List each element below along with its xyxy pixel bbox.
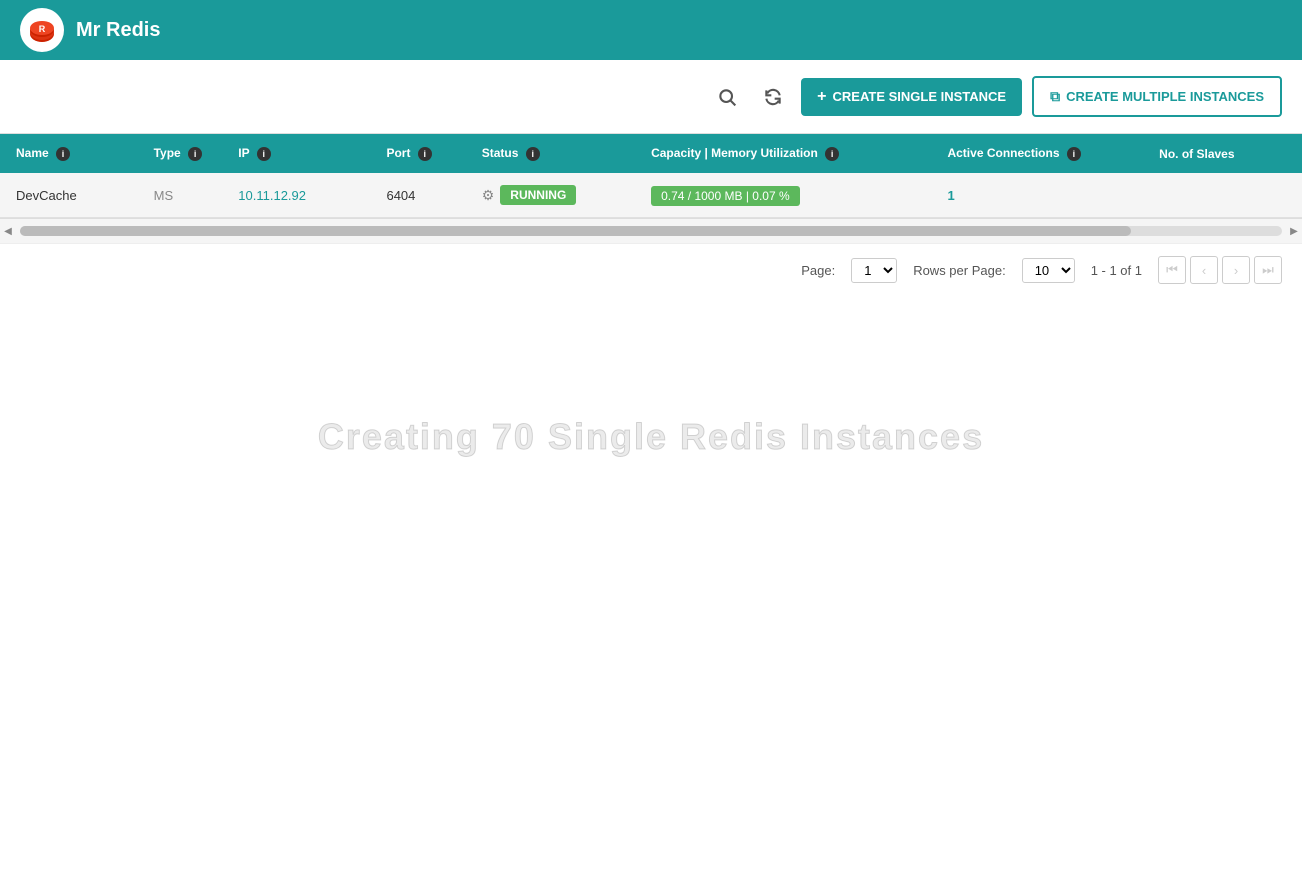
copy-icon: ⧉: [1050, 88, 1060, 105]
cell-type: MS: [138, 173, 223, 218]
toolbar: + CREATE SINGLE INSTANCE ⧉ CREATE MULTIP…: [0, 60, 1302, 133]
create-single-instance-button[interactable]: + CREATE SINGLE INSTANCE: [801, 78, 1022, 116]
cell-port: 6404: [370, 173, 465, 218]
status-info-icon[interactable]: i: [526, 147, 540, 161]
col-header-name: Name i: [0, 134, 138, 173]
cell-connections: 1: [931, 173, 1143, 218]
scrollbar-thumb: [20, 226, 1131, 236]
create-multiple-instances-button[interactable]: ⧉ CREATE MULTIPLE INSTANCES: [1032, 76, 1282, 117]
page-select[interactable]: 1: [851, 258, 897, 283]
page-label: Page:: [801, 263, 835, 278]
instances-table-container: Name i Type i IP i Port i Status i: [0, 133, 1302, 243]
refresh-icon: [763, 87, 783, 107]
first-page-button[interactable]: ⏮: [1158, 256, 1186, 284]
pagination-navigation: ⏮ ‹ › ⏭: [1158, 256, 1282, 284]
cell-slaves: [1143, 173, 1302, 218]
type-info-icon[interactable]: i: [188, 147, 202, 161]
last-page-button[interactable]: ⏭: [1254, 256, 1282, 284]
name-info-icon[interactable]: i: [56, 147, 70, 161]
watermark-text: Creating 70 Single Redis Instances: [0, 416, 1302, 458]
col-header-capacity: Capacity | Memory Utilization i: [635, 134, 931, 173]
ip-info-icon[interactable]: i: [257, 147, 271, 161]
search-icon: [717, 87, 737, 107]
table-header-row: Name i Type i IP i Port i Status i: [0, 134, 1302, 173]
port-info-icon[interactable]: i: [418, 147, 432, 161]
app-logo: R: [20, 8, 64, 52]
logo-icon: R: [26, 14, 58, 46]
app-header: R Mr Redis: [0, 0, 1302, 60]
prev-page-button[interactable]: ‹: [1190, 256, 1218, 284]
next-page-button[interactable]: ›: [1222, 256, 1250, 284]
horizontal-scrollbar[interactable]: ◀ ▶: [0, 218, 1302, 243]
capacity-badge: 0.74 / 1000 MB | 0.07 %: [651, 186, 800, 206]
cell-status: ⚙ RUNNING: [466, 173, 635, 218]
table-row[interactable]: DevCacheMS10.11.12.926404 ⚙ RUNNING 0.74 / …: [0, 173, 1302, 218]
scrollbar-track[interactable]: [20, 226, 1282, 236]
refresh-button[interactable]: [755, 83, 791, 111]
plus-icon: +: [817, 88, 826, 106]
search-button[interactable]: [709, 83, 745, 111]
rows-per-page-label: Rows per Page:: [913, 263, 1006, 278]
pagination-range: 1 - 1 of 1: [1091, 263, 1142, 278]
gear-icon: ⚙: [482, 187, 495, 204]
status-badge: RUNNING: [500, 185, 576, 205]
col-header-status: Status i: [466, 134, 635, 173]
col-header-connections: Active Connections i: [931, 134, 1143, 173]
connections-info-icon[interactable]: i: [1067, 147, 1081, 161]
cell-ip: 10.11.12.92: [222, 173, 370, 218]
instances-table: Name i Type i IP i Port i Status i: [0, 134, 1302, 218]
app-title: Mr Redis: [76, 19, 160, 42]
cell-name: DevCache: [0, 173, 138, 218]
scroll-left-arrow[interactable]: ◀: [0, 223, 16, 239]
col-header-type: Type i: [138, 134, 223, 173]
cell-capacity: 0.74 / 1000 MB | 0.07 %: [635, 173, 931, 218]
col-header-slaves: No. of Slaves: [1143, 134, 1302, 173]
col-header-ip: IP i: [222, 134, 370, 173]
col-header-port: Port i: [370, 134, 465, 173]
create-multiple-label: CREATE MULTIPLE INSTANCES: [1066, 89, 1264, 104]
pagination-bar: Page: 1 Rows per Page: 10 25 50 1 - 1 of…: [0, 243, 1302, 296]
capacity-info-icon[interactable]: i: [825, 147, 839, 161]
create-single-label: CREATE SINGLE INSTANCE: [833, 89, 1007, 104]
scroll-right-arrow[interactable]: ▶: [1286, 223, 1302, 239]
rows-per-page-select[interactable]: 10 25 50: [1022, 258, 1075, 283]
svg-text:R: R: [39, 24, 46, 34]
